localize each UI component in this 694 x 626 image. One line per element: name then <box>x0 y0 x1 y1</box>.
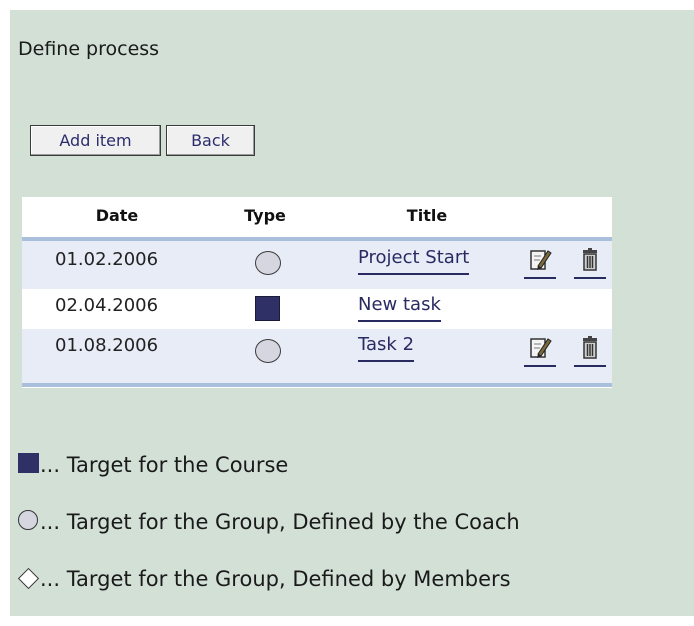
trash-icon[interactable] <box>574 247 606 279</box>
group-coach-target-icon <box>255 339 281 363</box>
row-date: 01.08.2006 <box>55 335 159 356</box>
process-table: Date Type Title 01.02.2006 Project Start <box>22 197 612 388</box>
legend-label: ... Target for the Group, Defined by the… <box>40 510 520 534</box>
trash-icon[interactable] <box>574 335 606 367</box>
task-link-task-2[interactable]: Task 2 <box>358 334 415 362</box>
task-link-project-start[interactable]: Project Start <box>358 247 470 275</box>
footer-divider <box>22 383 612 387</box>
add-item-button[interactable]: Add item <box>30 125 161 156</box>
edit-icon[interactable] <box>524 247 556 279</box>
column-header-type: Type <box>244 206 286 225</box>
table-row: 01.02.2006 Project Start <box>22 241 612 289</box>
edit-icon[interactable] <box>524 335 556 367</box>
row-date: 02.04.2006 <box>55 295 159 316</box>
task-link-new-task[interactable]: New task <box>358 294 441 322</box>
back-button[interactable]: Back <box>166 125 255 156</box>
group-coach-target-icon <box>255 251 281 275</box>
legend-label: ... Target for the Course <box>40 453 289 477</box>
table-row: 02.04.2006 New task <box>22 289 612 329</box>
table-row: 01.08.2006 Task 2 <box>22 329 612 383</box>
row-date: 01.02.2006 <box>55 249 159 270</box>
course-target-icon <box>255 296 280 321</box>
square-icon <box>18 453 39 473</box>
page-title: Define process <box>18 38 160 60</box>
column-header-date: Date <box>95 206 139 225</box>
legend-label: ... Target for the Group, Defined by Mem… <box>40 567 511 591</box>
column-header-title: Title <box>406 206 448 225</box>
circle-icon <box>18 510 38 530</box>
